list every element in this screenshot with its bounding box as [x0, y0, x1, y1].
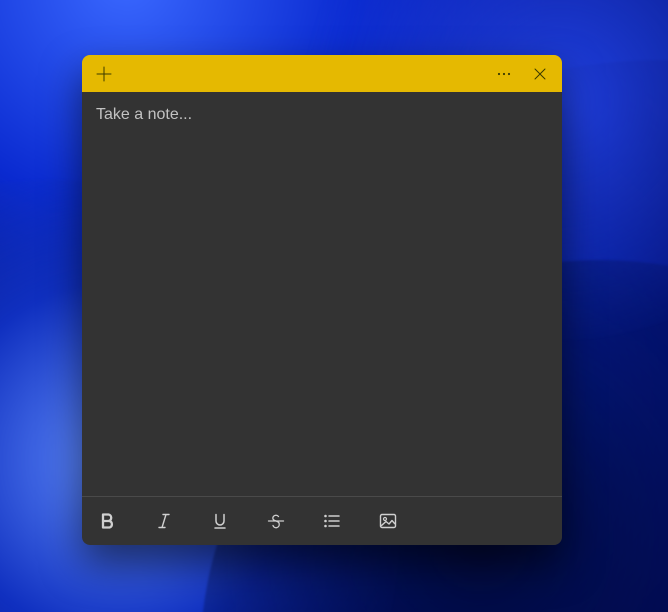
new-note-button[interactable] [88, 58, 120, 90]
italic-button[interactable] [148, 505, 180, 537]
bold-button[interactable] [92, 505, 124, 537]
bullet-list-button[interactable] [316, 505, 348, 537]
close-icon [532, 66, 548, 82]
ellipsis-icon [495, 65, 513, 83]
format-toolbar [82, 496, 562, 545]
underline-button[interactable] [204, 505, 236, 537]
note-editor[interactable]: Take a note... [82, 92, 562, 496]
strikethrough-icon [266, 512, 286, 530]
italic-icon [155, 512, 173, 530]
close-button[interactable] [524, 58, 556, 90]
sticky-note-window: Take a note... [82, 55, 562, 545]
editor-placeholder: Take a note... [96, 106, 192, 123]
note-titlebar[interactable] [82, 55, 562, 92]
bold-icon [99, 512, 117, 530]
underline-icon [211, 512, 229, 530]
list-icon [322, 512, 342, 530]
image-icon [378, 512, 398, 530]
menu-button[interactable] [488, 58, 520, 90]
plus-icon [95, 65, 113, 83]
strikethrough-button[interactable] [260, 505, 292, 537]
add-image-button[interactable] [372, 505, 404, 537]
